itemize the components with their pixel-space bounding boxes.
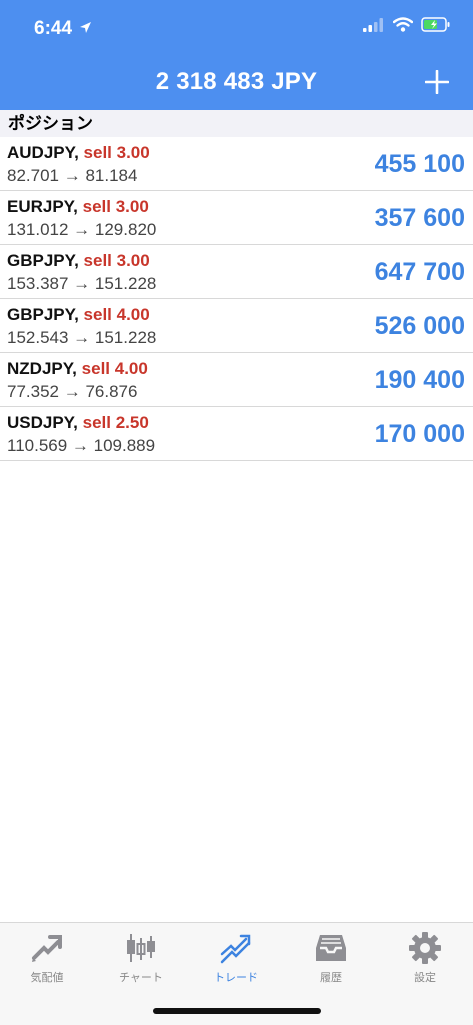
tab-label: トレード bbox=[214, 972, 258, 984]
position-row[interactable]: EURJPY, sell 3.00 131.012 → 129.820 357 … bbox=[0, 191, 473, 245]
tab-label: 気配値 bbox=[30, 972, 64, 984]
position-row[interactable]: AUDJPY, sell 3.00 82.701 → 81.184 455 10… bbox=[0, 137, 473, 191]
history-tray-icon bbox=[291, 931, 371, 965]
tab-label: チャート bbox=[119, 972, 163, 984]
position-prices: 153.387 → 151.228 bbox=[7, 274, 157, 293]
status-time: 6:44 bbox=[34, 18, 73, 39]
positions-list: AUDJPY, sell 3.00 82.701 → 81.184 455 10… bbox=[0, 137, 473, 461]
position-profit: 526 000 bbox=[374, 312, 465, 340]
tab-quotes[interactable]: 気配値 bbox=[7, 931, 87, 985]
tab-label: 設定 bbox=[414, 972, 436, 984]
account-balance-title: 2 318 483 JPY bbox=[155, 68, 318, 95]
position-row[interactable]: USDJPY, sell 2.50 110.569 → 109.889 170 … bbox=[0, 407, 473, 461]
position-prices: 82.701 → 81.184 bbox=[7, 166, 138, 185]
trade-icon bbox=[196, 931, 276, 965]
position-symbol: GBPJPY, bbox=[7, 251, 79, 270]
position-symbol: GBPJPY, bbox=[7, 305, 79, 324]
tab-label: 履歴 bbox=[320, 972, 342, 984]
top-bar: 6:44 2 318 483 JPY bbox=[0, 0, 473, 110]
position-row[interactable]: NZDJPY, sell 4.00 77.352 → 76.876 190 40… bbox=[0, 353, 473, 407]
position-profit: 190 400 bbox=[374, 366, 465, 394]
position-row[interactable]: GBPJPY, sell 4.00 152.543 → 151.228 526 … bbox=[0, 299, 473, 353]
positions-section-header: ポジション bbox=[0, 110, 473, 137]
position-profit: 170 000 bbox=[374, 420, 465, 448]
tab-chart[interactable]: チャート bbox=[101, 931, 181, 985]
tab-trade[interactable]: トレード bbox=[196, 931, 276, 985]
position-side-volume: sell 3.00 bbox=[82, 197, 149, 216]
home-indicator[interactable] bbox=[153, 1008, 321, 1014]
position-profit: 647 700 bbox=[374, 258, 465, 286]
wifi-icon bbox=[392, 17, 414, 37]
position-symbol: NZDJPY, bbox=[7, 359, 77, 378]
position-profit: 357 600 bbox=[374, 204, 465, 232]
position-side-volume: sell 3.00 bbox=[83, 251, 150, 270]
tab-history[interactable]: 履歴 bbox=[291, 931, 371, 985]
location-arrow-icon bbox=[79, 21, 92, 39]
position-side-volume: sell 4.00 bbox=[81, 359, 148, 378]
position-symbol: USDJPY, bbox=[7, 413, 78, 432]
position-side-volume: sell 4.00 bbox=[83, 305, 150, 324]
signal-icon bbox=[363, 17, 385, 37]
position-row[interactable]: GBPJPY, sell 3.00 153.387 → 151.228 647 … bbox=[0, 245, 473, 299]
position-side-volume: sell 2.50 bbox=[82, 413, 149, 432]
position-prices: 152.543 → 151.228 bbox=[7, 328, 157, 347]
position-profit: 455 100 bbox=[374, 150, 465, 178]
status-indicators bbox=[363, 17, 451, 37]
tab-settings[interactable]: 設定 bbox=[385, 931, 465, 985]
position-prices: 77.352 → 76.876 bbox=[7, 382, 138, 401]
position-side-volume: sell 3.00 bbox=[83, 143, 150, 162]
position-symbol: EURJPY, bbox=[7, 197, 78, 216]
position-prices: 110.569 → 109.889 bbox=[7, 436, 156, 455]
quotes-icon bbox=[7, 931, 87, 965]
battery-icon bbox=[421, 17, 451, 37]
plus-icon bbox=[425, 70, 449, 94]
add-order-button[interactable] bbox=[419, 64, 455, 100]
candlestick-chart-icon bbox=[101, 931, 181, 965]
gear-icon bbox=[385, 931, 465, 965]
position-prices: 131.012 → 129.820 bbox=[7, 220, 157, 239]
position-symbol: AUDJPY, bbox=[7, 143, 79, 162]
